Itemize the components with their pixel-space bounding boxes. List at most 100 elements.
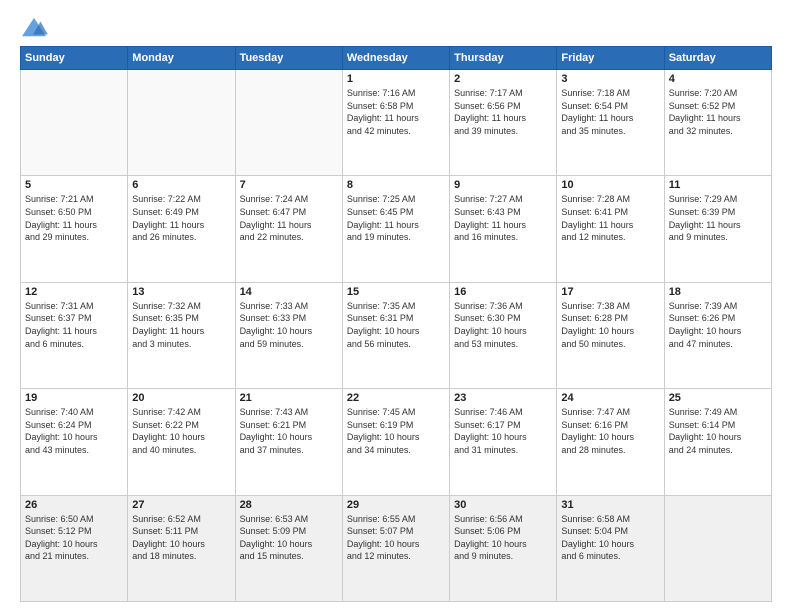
header <box>20 16 772 40</box>
day-info: Sunrise: 7:46 AM Sunset: 6:17 PM Dayligh… <box>454 406 552 456</box>
calendar-cell: 16 Sunrise: 7:36 AM Sunset: 6:30 PM Dayli… <box>450 282 557 388</box>
day-number: 13 <box>132 286 230 298</box>
day-info: Sunrise: 7:21 AM Sunset: 6:50 PM Dayligh… <box>25 193 123 243</box>
day-number: 22 <box>347 392 445 404</box>
day-info: Sunrise: 7:45 AM Sunset: 6:19 PM Dayligh… <box>347 406 445 456</box>
calendar-cell <box>21 70 128 176</box>
day-info: Sunrise: 7:32 AM Sunset: 6:35 PM Dayligh… <box>132 300 230 350</box>
calendar-cell: 8Sunrise: 7:25 AM Sunset: 6:45 PM Daylig… <box>342 176 449 282</box>
calendar-cell: 23Sunrise: 7:46 AM Sunset: 6:17 PM Dayli… <box>450 389 557 495</box>
day-number: 5 <box>25 179 123 191</box>
day-number: 6 <box>132 179 230 191</box>
logo <box>20 16 52 40</box>
day-number: 14 <box>240 286 338 298</box>
day-info: Sunrise: 6:58 AM Sunset: 5:04 PM Dayligh… <box>561 513 659 563</box>
calendar-cell: 28 Sunrise: 6:53 AM Sunset: 5:09 PM Dayli… <box>235 495 342 601</box>
day-number: 10 <box>561 179 659 191</box>
day-info: Sunrise: 6:50 AM Sunset: 5:12 PM Dayligh… <box>25 513 123 563</box>
col-header-saturday: Saturday <box>664 47 771 70</box>
day-number: 30 <box>454 499 552 511</box>
calendar-cell: 9 Sunrise: 7:27 AM Sunset: 6:43 PM Daylig… <box>450 176 557 282</box>
calendar-cell: 29Sunrise: 6:55 AM Sunset: 5:07 PM Dayli… <box>342 495 449 601</box>
day-number: 2 <box>454 73 552 85</box>
day-info: Sunrise: 7:33 AM Sunset: 6:33 PM Dayligh… <box>240 300 338 350</box>
calendar-cell <box>235 70 342 176</box>
calendar-week-row: 19 Sunrise: 7:40 AM Sunset: 6:24 PM Dayli… <box>21 389 772 495</box>
day-number: 28 <box>240 499 338 511</box>
col-header-friday: Friday <box>557 47 664 70</box>
day-number: 26 <box>25 499 123 511</box>
day-info: Sunrise: 7:40 AM Sunset: 6:24 PM Dayligh… <box>25 406 123 456</box>
day-info: Sunrise: 7:22 AM Sunset: 6:49 PM Dayligh… <box>132 193 230 243</box>
day-info: Sunrise: 7:36 AM Sunset: 6:30 PM Dayligh… <box>454 300 552 350</box>
day-info: Sunrise: 7:17 AM Sunset: 6:56 PM Dayligh… <box>454 87 552 137</box>
calendar-cell: 15Sunrise: 7:35 AM Sunset: 6:31 PM Dayli… <box>342 282 449 388</box>
calendar-cell: 26 Sunrise: 6:50 AM Sunset: 5:12 PM Dayli… <box>21 495 128 601</box>
day-info: Sunrise: 6:53 AM Sunset: 5:09 PM Dayligh… <box>240 513 338 563</box>
day-info: Sunrise: 7:49 AM Sunset: 6:14 PM Dayligh… <box>669 406 767 456</box>
day-info: Sunrise: 7:28 AM Sunset: 6:41 PM Dayligh… <box>561 193 659 243</box>
day-number: 16 <box>454 286 552 298</box>
day-info: Sunrise: 7:31 AM Sunset: 6:37 PM Dayligh… <box>25 300 123 350</box>
day-number: 4 <box>669 73 767 85</box>
calendar-cell: 1 Sunrise: 7:16 AM Sunset: 6:58 PM Daylig… <box>342 70 449 176</box>
page: SundayMondayTuesdayWednesdayThursdayFrid… <box>0 0 792 612</box>
calendar-cell: 24 Sunrise: 7:47 AM Sunset: 6:16 PM Dayli… <box>557 389 664 495</box>
calendar-cell <box>128 70 235 176</box>
calendar-cell: 22 Sunrise: 7:45 AM Sunset: 6:19 PM Dayli… <box>342 389 449 495</box>
calendar-week-row: 26 Sunrise: 6:50 AM Sunset: 5:12 PM Dayli… <box>21 495 772 601</box>
day-number: 24 <box>561 392 659 404</box>
calendar-cell: 27 Sunrise: 6:52 AM Sunset: 5:11 PM Dayli… <box>128 495 235 601</box>
day-number: 18 <box>669 286 767 298</box>
col-header-tuesday: Tuesday <box>235 47 342 70</box>
day-info: Sunrise: 7:27 AM Sunset: 6:43 PM Dayligh… <box>454 193 552 243</box>
day-number: 15 <box>347 286 445 298</box>
calendar-cell: 17Sunrise: 7:38 AM Sunset: 6:28 PM Dayli… <box>557 282 664 388</box>
calendar-week-row: 12 Sunrise: 7:31 AM Sunset: 6:37 PM Dayli… <box>21 282 772 388</box>
day-number: 8 <box>347 179 445 191</box>
day-info: Sunrise: 7:29 AM Sunset: 6:39 PM Dayligh… <box>669 193 767 243</box>
calendar-cell: 20 Sunrise: 7:42 AM Sunset: 6:22 PM Dayli… <box>128 389 235 495</box>
col-header-sunday: Sunday <box>21 47 128 70</box>
calendar-week-row: 1 Sunrise: 7:16 AM Sunset: 6:58 PM Daylig… <box>21 70 772 176</box>
day-number: 12 <box>25 286 123 298</box>
calendar-table: SundayMondayTuesdayWednesdayThursdayFrid… <box>20 46 772 602</box>
day-number: 1 <box>347 73 445 85</box>
day-number: 20 <box>132 392 230 404</box>
calendar-cell: 3Sunrise: 7:18 AM Sunset: 6:54 PM Daylig… <box>557 70 664 176</box>
calendar-cell: 31 Sunrise: 6:58 AM Sunset: 5:04 PM Dayli… <box>557 495 664 601</box>
calendar-cell: 7Sunrise: 7:24 AM Sunset: 6:47 PM Daylig… <box>235 176 342 282</box>
calendar-cell: 14 Sunrise: 7:33 AM Sunset: 6:33 PM Dayli… <box>235 282 342 388</box>
day-info: Sunrise: 7:47 AM Sunset: 6:16 PM Dayligh… <box>561 406 659 456</box>
day-number: 7 <box>240 179 338 191</box>
calendar-cell: 6 Sunrise: 7:22 AM Sunset: 6:49 PM Daylig… <box>128 176 235 282</box>
day-number: 19 <box>25 392 123 404</box>
day-number: 31 <box>561 499 659 511</box>
day-info: Sunrise: 6:56 AM Sunset: 5:06 PM Dayligh… <box>454 513 552 563</box>
col-header-wednesday: Wednesday <box>342 47 449 70</box>
day-number: 27 <box>132 499 230 511</box>
calendar-cell: 18 Sunrise: 7:39 AM Sunset: 6:26 PM Dayli… <box>664 282 771 388</box>
calendar-cell: 12 Sunrise: 7:31 AM Sunset: 6:37 PM Dayli… <box>21 282 128 388</box>
day-info: Sunrise: 7:42 AM Sunset: 6:22 PM Dayligh… <box>132 406 230 456</box>
logo-icon <box>20 16 48 40</box>
day-info: Sunrise: 7:16 AM Sunset: 6:58 PM Dayligh… <box>347 87 445 137</box>
day-info: Sunrise: 7:18 AM Sunset: 6:54 PM Dayligh… <box>561 87 659 137</box>
calendar-cell: 21Sunrise: 7:43 AM Sunset: 6:21 PM Dayli… <box>235 389 342 495</box>
day-info: Sunrise: 7:39 AM Sunset: 6:26 PM Dayligh… <box>669 300 767 350</box>
calendar-cell: 30 Sunrise: 6:56 AM Sunset: 5:06 PM Dayli… <box>450 495 557 601</box>
day-info: Sunrise: 7:38 AM Sunset: 6:28 PM Dayligh… <box>561 300 659 350</box>
calendar-cell: 2 Sunrise: 7:17 AM Sunset: 6:56 PM Daylig… <box>450 70 557 176</box>
calendar-cell: 4Sunrise: 7:20 AM Sunset: 6:52 PM Daylig… <box>664 70 771 176</box>
calendar-cell: 5 Sunrise: 7:21 AM Sunset: 6:50 PM Daylig… <box>21 176 128 282</box>
day-number: 25 <box>669 392 767 404</box>
calendar-week-row: 5 Sunrise: 7:21 AM Sunset: 6:50 PM Daylig… <box>21 176 772 282</box>
day-number: 11 <box>669 179 767 191</box>
calendar-cell: 10 Sunrise: 7:28 AM Sunset: 6:41 PM Dayli… <box>557 176 664 282</box>
col-header-monday: Monday <box>128 47 235 70</box>
day-number: 21 <box>240 392 338 404</box>
day-info: Sunrise: 6:52 AM Sunset: 5:11 PM Dayligh… <box>132 513 230 563</box>
day-info: Sunrise: 6:55 AM Sunset: 5:07 PM Dayligh… <box>347 513 445 563</box>
day-number: 9 <box>454 179 552 191</box>
calendar-cell <box>664 495 771 601</box>
